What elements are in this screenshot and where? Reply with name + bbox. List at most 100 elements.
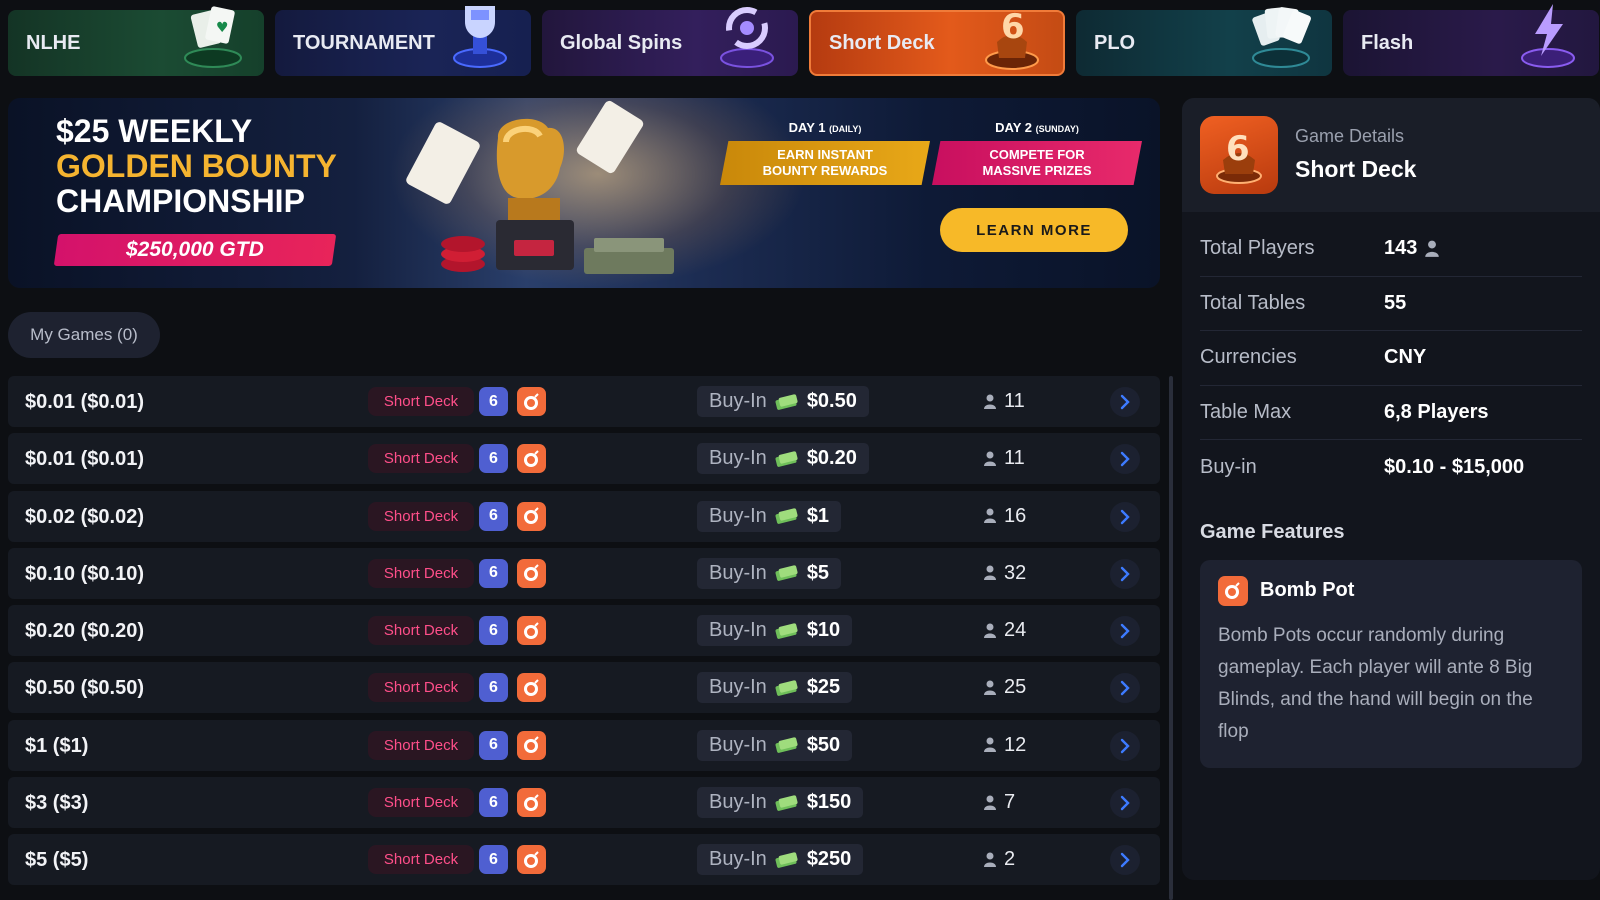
players-count-value: 32	[1004, 561, 1027, 584]
open-table-button[interactable]	[1110, 558, 1140, 589]
short-deck-6-icon: 6	[985, 7, 1039, 70]
person-icon	[984, 680, 996, 695]
list-scrollbar[interactable]	[1169, 376, 1173, 900]
buy-in-value: $150	[806, 791, 852, 814]
bomb-icon	[1218, 575, 1248, 606]
info-value: 143	[1384, 237, 1440, 260]
info-key: Currencies	[1200, 346, 1297, 369]
tab-short-deck[interactable]: Short Deck 6	[809, 7, 1065, 76]
players-count: 11	[984, 390, 1025, 413]
players-count: 24	[984, 619, 1026, 642]
day-2-box: COMPETE FOR MASSIVE PRIZES	[932, 141, 1142, 185]
table-row[interactable]: $3 ($3) Short Deck 6 Buy-In $150 7	[8, 777, 1160, 829]
chevron-right-icon	[1120, 623, 1130, 639]
tab-flash[interactable]: Flash	[1343, 4, 1599, 76]
players-count-value: 11	[1004, 447, 1025, 470]
table-row[interactable]: $0.20 ($0.20) Short Deck 6 Buy-In $10 24	[8, 605, 1160, 657]
day-1-text-b: BOUNTY REWARDS	[762, 163, 888, 178]
cards-icon: ♥	[184, 6, 242, 68]
buy-in-box: Buy-In $10	[697, 615, 853, 647]
day-1-block: DAY 1 (DAILY) EARN INSTANT BOUNTY REWARDS	[720, 120, 930, 185]
day-1-box: EARN INSTANT BOUNTY REWARDS	[720, 141, 930, 185]
cash-icon	[775, 852, 798, 868]
variant-badge: Short Deck	[368, 845, 474, 875]
tab-global-spins[interactable]: Global Spins	[542, 7, 798, 76]
open-table-button[interactable]	[1110, 845, 1140, 876]
table-row[interactable]: $0.50 ($0.50) Short Deck 6 Buy-In $25 25	[8, 662, 1160, 714]
table-row[interactable]: $0.01 ($0.01) Short Deck 6 Buy-In $0.20 …	[8, 433, 1160, 485]
seats-badge: 6	[479, 558, 508, 588]
buy-in-value: $50	[806, 733, 841, 756]
table-row[interactable]: $1 ($1) Short Deck 6 Buy-In $50 12	[8, 719, 1160, 771]
buy-in-value: $25	[806, 676, 841, 699]
open-table-button[interactable]	[1110, 673, 1140, 704]
buy-in-value: $1	[806, 504, 830, 527]
info-row-currencies: Currencies CNY	[1200, 331, 1582, 386]
person-icon	[1425, 240, 1440, 257]
stakes-label: $0.02 ($0.02)	[25, 505, 144, 528]
seats-badge: 6	[479, 501, 508, 531]
table-row[interactable]: $5 ($5) Short Deck 6 Buy-In $250 2	[8, 834, 1160, 886]
person-icon	[984, 852, 996, 867]
banner-title-line-2: GOLDEN BOUNTY	[56, 148, 337, 184]
details-title: Short Deck	[1295, 156, 1417, 182]
tab-label: PLO	[1094, 31, 1136, 54]
day-2-block: DAY 2 (SUNDAY) COMPETE FOR MASSIVE PRIZES	[932, 120, 1142, 185]
seats-badge: 6	[479, 387, 508, 416]
tab-tournament[interactable]: TOURNAMENT	[275, 6, 531, 76]
buy-in-box: Buy-In $1	[697, 500, 842, 532]
players-count: 2	[984, 848, 1015, 871]
game-list: $0.01 ($0.01) Short Deck 6 Buy-In $0.50 …	[8, 376, 1160, 892]
table-row[interactable]: $0.02 ($0.02) Short Deck 6 Buy-In $1 16	[8, 490, 1160, 542]
buy-in-label: Buy-In	[709, 390, 767, 412]
cash-icon	[775, 623, 798, 639]
buy-in-box: Buy-In $50	[697, 729, 853, 761]
learn-more-button[interactable]: LEARN MORE	[940, 208, 1128, 252]
players-count: 16	[984, 505, 1026, 528]
tab-label: TOURNAMENT	[293, 31, 435, 54]
buy-in-label: Buy-In	[709, 791, 767, 814]
cash-icon	[775, 451, 798, 467]
game-type-tabs: NLHE ♥ TOURNAMENT Global Spins Short Dec…	[8, 4, 1599, 76]
person-icon	[984, 623, 996, 638]
variant-badge: Short Deck	[368, 673, 474, 703]
open-table-button[interactable]	[1110, 444, 1140, 475]
table-row[interactable]: $0.10 ($0.10) Short Deck 6 Buy-In $5 32	[8, 547, 1160, 599]
svg-text:♥: ♥	[216, 20, 229, 36]
open-table-button[interactable]	[1110, 501, 1140, 532]
short-deck-6-icon: 6	[1200, 116, 1278, 194]
stakes-label: $0.50 ($0.50)	[25, 677, 144, 700]
tab-plo[interactable]: PLO	[1076, 7, 1332, 76]
buy-in-value: $10	[806, 619, 841, 642]
players-count: 12	[984, 734, 1026, 757]
my-games-button[interactable]: My Games (0)	[8, 312, 160, 358]
chevron-right-icon	[1120, 394, 1130, 410]
banner-title-line-1: $25 WEEKLY	[56, 113, 253, 149]
guarantee-badge: $250,000 GTD	[53, 234, 337, 266]
info-key: Table Max	[1200, 400, 1292, 423]
table-row[interactable]: $0.01 ($0.01) Short Deck 6 Buy-In $0.50 …	[8, 376, 1160, 427]
tab-label: Short Deck	[829, 31, 935, 54]
players-count: 11	[984, 447, 1025, 470]
open-table-button[interactable]	[1110, 730, 1140, 761]
day-2-label: DAY 2	[995, 120, 1033, 135]
players-count: 25	[984, 676, 1026, 699]
players-count-value: 7	[1004, 791, 1016, 814]
day-2-text-a: COMPETE FOR	[989, 147, 1085, 162]
buy-in-box: Buy-In $25	[697, 672, 853, 704]
tab-nlhe[interactable]: NLHE ♥	[8, 6, 264, 76]
seats-badge: 6	[479, 444, 508, 474]
seats-badge: 6	[479, 616, 508, 646]
person-icon	[984, 737, 996, 753]
seats-badge: 6	[479, 673, 508, 703]
open-table-button[interactable]	[1110, 616, 1140, 647]
info-value: 6,8 Players	[1384, 400, 1489, 423]
open-table-button[interactable]	[1110, 788, 1140, 819]
details-subtitle: Game Details	[1295, 126, 1405, 146]
buy-in-label: Buy-In	[709, 561, 767, 584]
day-2-title: DAY 2 (SUNDAY)	[932, 120, 1142, 135]
promo-banner[interactable]: $25 WEEKLY GOLDEN BOUNTY CHAMPIONSHIP $2…	[8, 98, 1160, 288]
day-1-text-a: EARN INSTANT	[777, 147, 873, 162]
svg-text:6: 6	[1226, 129, 1250, 169]
open-table-button[interactable]	[1110, 387, 1140, 417]
